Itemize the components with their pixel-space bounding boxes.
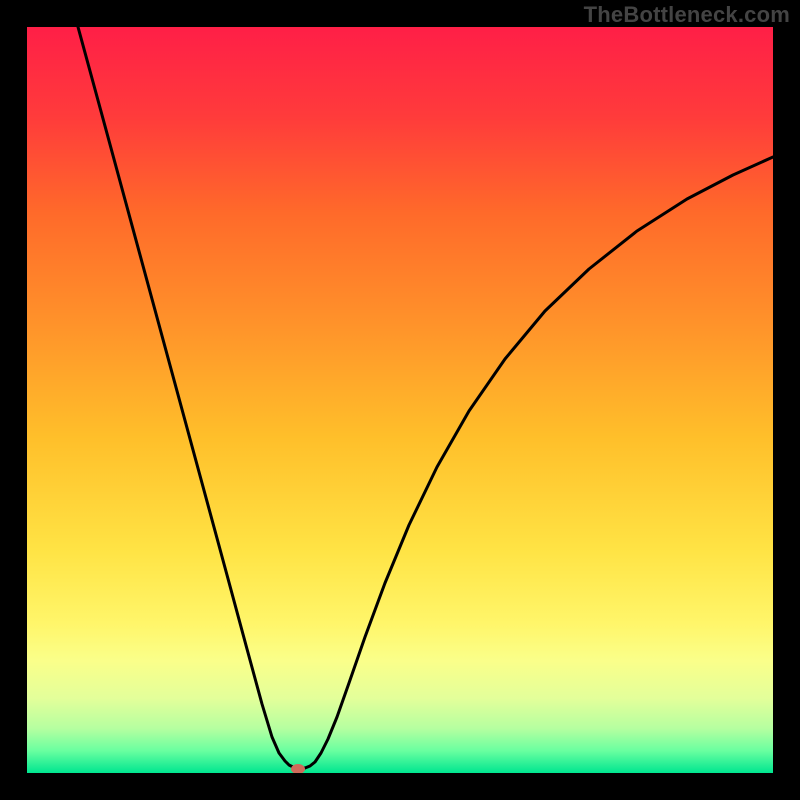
watermark-label: TheBottleneck.com	[584, 2, 790, 28]
gradient-background	[27, 27, 773, 773]
chart-stage: TheBottleneck.com	[0, 0, 800, 800]
plot-area	[27, 27, 773, 773]
chart-svg	[27, 27, 773, 773]
